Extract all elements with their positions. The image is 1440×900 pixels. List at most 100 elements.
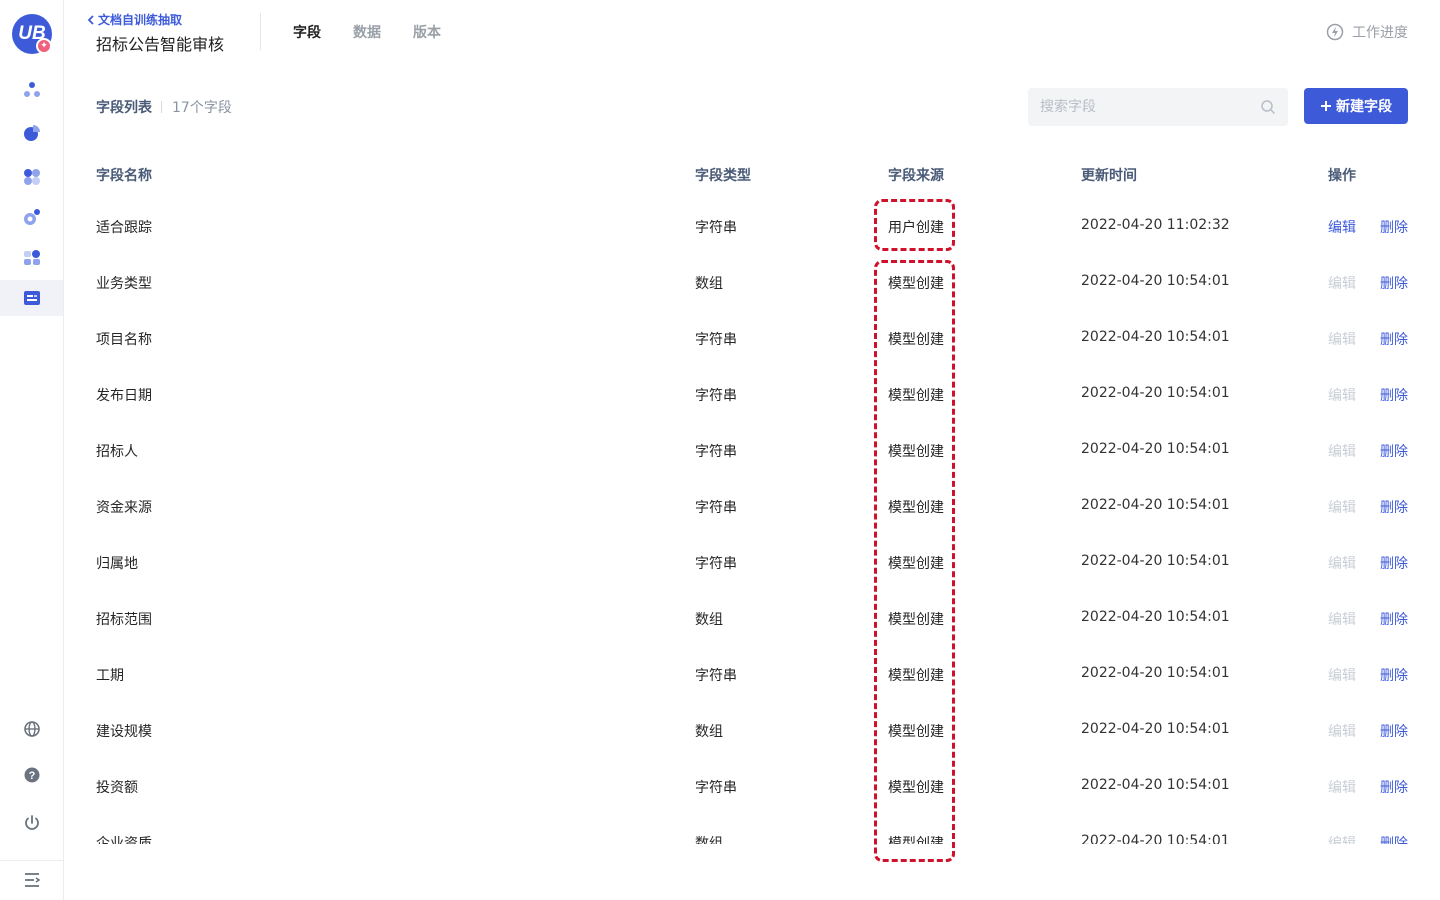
cell-field-source: 模型创建 [888,556,944,572]
cell-field-type: 数组 [695,836,723,844]
cell-field-name: 发布日期 [96,388,152,404]
column-header-source: 字段来源 [888,168,944,184]
cell-field-source: 模型创建 [888,836,944,844]
work-progress-button[interactable]: 工作进度 [1326,22,1408,42]
edit-button: 编辑 [1328,388,1356,404]
edit-button: 编辑 [1328,276,1356,292]
cell-field-source: 模型创建 [888,500,944,516]
cell-field-source: 模型创建 [888,668,944,684]
cell-field-name: 招标范围 [96,612,152,628]
delete-button[interactable]: 删除 [1380,329,1408,349]
cell-field-name: 工期 [96,668,124,684]
column-header-name: 字段名称 [96,168,152,184]
cell-field-type: 数组 [695,724,723,740]
cell-updated-time: 2022-04-20 10:54:01 [1081,329,1230,345]
cell-updated-time: 2022-04-20 10:54:01 [1081,273,1230,289]
cell-field-source: 模型创建 [888,780,944,796]
tab-data[interactable]: 数据 [353,22,381,42]
cell-field-source: 模型创建 [888,388,944,404]
cell-updated-time: 2022-04-20 10:54:01 [1081,721,1230,737]
edit-button: 编辑 [1328,444,1356,460]
cell-field-type: 字符串 [695,220,737,236]
cell-field-type: 字符串 [695,780,737,796]
table-row: 建设规模 数组 模型创建 2022-04-20 10:54:01 编辑 删除 [0,702,1440,758]
pie-chart-icon [23,125,40,141]
cell-updated-time: 2022-04-20 10:54:01 [1081,609,1230,625]
cell-updated-time: 2022-04-20 11:02:32 [1081,217,1230,233]
delete-button[interactable]: 删除 [1380,385,1408,405]
cell-field-type: 字符串 [695,556,737,572]
work-progress-label: 工作进度 [1352,25,1408,41]
table-row: 业务类型 数组 模型创建 2022-04-20 10:54:01 编辑 删除 [0,254,1440,310]
new-field-button[interactable]: 新建字段 [1304,88,1408,124]
cell-updated-time: 2022-04-20 10:54:01 [1081,385,1230,401]
table-row: 发布日期 字符串 模型创建 2022-04-20 10:54:01 编辑 删除 [0,366,1440,422]
edit-button: 编辑 [1328,500,1356,516]
nodes-icon [23,82,40,97]
search-input[interactable] [1040,99,1260,115]
table-row: 投资额 字符串 模型创建 2022-04-20 10:54:01 编辑 删除 [0,758,1440,814]
edit-button: 编辑 [1328,332,1356,348]
cell-field-source: 模型创建 [888,332,944,348]
table-row: 归属地 字符串 模型创建 2022-04-20 10:54:01 编辑 删除 [0,534,1440,590]
cell-field-type: 数组 [695,276,723,292]
column-header-time: 更新时间 [1081,168,1137,184]
delete-button[interactable]: 删除 [1380,721,1408,741]
table-row: 招标人 字符串 模型创建 2022-04-20 10:54:01 编辑 删除 [0,422,1440,478]
cell-field-name: 业务类型 [96,276,152,292]
delete-button[interactable]: 删除 [1380,777,1408,797]
delete-button[interactable]: 删除 [1380,217,1408,237]
lightning-icon [1326,23,1344,41]
new-field-label: 新建字段 [1336,99,1392,115]
cell-updated-time: 2022-04-20 10:54:01 [1081,777,1230,793]
field-list-title: 字段列表 [96,100,152,116]
cell-field-source: 用户创建 [888,220,944,236]
apps-icon [23,169,40,185]
cell-updated-time: 2022-04-20 10:54:01 [1081,665,1230,681]
search-icon[interactable] [1260,99,1276,115]
column-header-ops: 操作 [1328,168,1356,184]
cell-field-source: 模型创建 [888,444,944,460]
delete-button[interactable]: 删除 [1380,553,1408,573]
delete-button[interactable]: 删除 [1380,609,1408,629]
table-row: 招标范围 数组 模型创建 2022-04-20 10:54:01 编辑 删除 [0,590,1440,646]
field-table: 适合跟踪 字符串 用户创建 2022-04-20 11:02:32 编辑 删除 业务类型 数组… [0,198,1440,844]
cell-field-type: 字符串 [695,500,737,516]
edit-button[interactable]: 编辑 [1328,217,1356,237]
delete-button[interactable]: 删除 [1380,441,1408,461]
table-row: 适合跟踪 字符串 用户创建 2022-04-20 11:02:32 编辑 删除 [0,198,1440,254]
nav-nodes[interactable] [0,72,63,108]
nav-pie[interactable] [0,115,63,151]
table-row: 工期 字符串 模型创建 2022-04-20 10:54:01 编辑 删除 [0,646,1440,702]
logo-badge-icon: ✦ [36,38,52,54]
cell-updated-time: 2022-04-20 10:54:01 [1081,553,1230,569]
header-divider [260,13,261,50]
cell-field-source: 模型创建 [888,276,944,292]
cell-updated-time: 2022-04-20 10:54:01 [1081,441,1230,457]
cell-field-type: 字符串 [695,668,737,684]
cell-updated-time: 2022-04-20 10:54:01 [1081,833,1230,844]
cell-field-name: 投资额 [96,780,138,796]
nav-apps[interactable] [0,159,63,195]
delete-button[interactable]: 删除 [1380,273,1408,293]
search-box [1028,88,1288,126]
tab-versions[interactable]: 版本 [413,22,441,42]
cell-field-name: 适合跟踪 [96,220,152,236]
cell-field-name: 招标人 [96,444,138,460]
delete-button[interactable]: 删除 [1380,497,1408,517]
edit-button: 编辑 [1328,780,1356,796]
sidebar-collapse-button[interactable] [0,862,63,898]
cell-field-type: 数组 [695,612,723,628]
cell-field-name: 项目名称 [96,332,152,348]
column-header-type: 字段类型 [695,168,751,184]
sidebar-divider [0,860,63,861]
edit-button: 编辑 [1328,612,1356,628]
cell-field-type: 字符串 [695,388,737,404]
chevron-left-icon [87,14,94,25]
delete-button[interactable]: 删除 [1380,665,1408,685]
cell-field-source: 模型创建 [888,724,944,740]
edit-button: 编辑 [1328,724,1356,740]
delete-button[interactable]: 删除 [1380,833,1408,844]
tab-fields[interactable]: 字段 [293,22,321,42]
back-link[interactable]: 文档自训练抽取 [86,11,182,28]
